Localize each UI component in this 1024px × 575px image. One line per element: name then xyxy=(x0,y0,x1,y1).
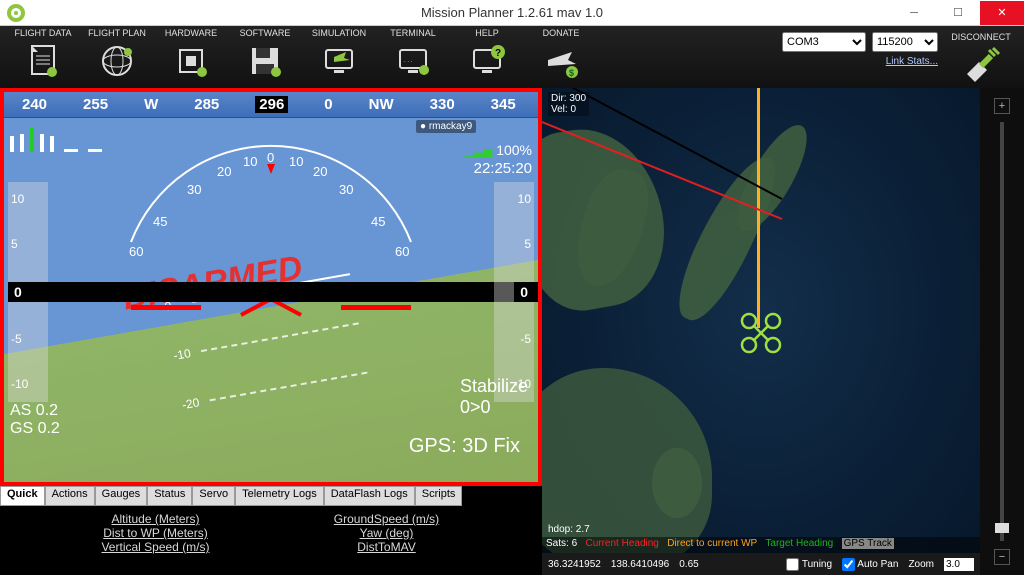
svg-text:30: 30 xyxy=(187,182,201,197)
scale-readout: 0.65 xyxy=(679,559,698,570)
svg-text:10: 10 xyxy=(243,154,257,169)
zoom-slider-panel: + − xyxy=(980,88,1024,575)
lat-readout: 36.3241952 xyxy=(548,559,601,570)
flight-mode: Stabilize 0>0 xyxy=(460,376,528,418)
app-logo-icon xyxy=(6,3,26,23)
plane-coin-icon: $ xyxy=(540,40,582,82)
window-title: Mission Planner 1.2.61 mav 1.0 xyxy=(421,5,603,20)
toolbar-simulation[interactable]: SIMULATION xyxy=(302,28,376,82)
window-titlebar: Mission Planner 1.2.61 mav 1.0 ─ ☐ ✕ xyxy=(0,0,1024,26)
tab-scripts[interactable]: Scripts xyxy=(415,486,463,506)
toolbar-hardware[interactable]: HARDWARE xyxy=(154,28,228,82)
toolbar-flight-plan[interactable]: FLIGHT PLAN xyxy=(80,28,154,82)
map-dir-vel: Dir: 300 Vel: 0 xyxy=(548,92,589,116)
tab-servo[interactable]: Servo xyxy=(192,486,235,506)
signal-readout: ▁▃▅ 100% xyxy=(465,142,532,158)
map-hdop: hdop: 2.7 xyxy=(548,524,590,535)
close-button[interactable]: ✕ xyxy=(980,1,1024,25)
disk-icon xyxy=(244,40,286,82)
chip-icon xyxy=(170,40,212,82)
svg-text:30: 30 xyxy=(339,182,353,197)
zoom-out-button[interactable]: − xyxy=(994,549,1010,565)
document-icon xyxy=(22,40,64,82)
drone-marker-icon xyxy=(740,312,782,357)
svg-text:60: 60 xyxy=(395,244,409,259)
tab-quick[interactable]: Quick xyxy=(0,486,45,506)
toolbar-terminal[interactable]: TERMINAL . . . xyxy=(376,28,450,82)
toolbar-help[interactable]: HELP ? xyxy=(450,28,524,82)
tuning-checkbox[interactable]: Tuning xyxy=(786,558,832,571)
plug-icon xyxy=(961,46,1001,82)
data-tabs: Quick Actions Gauges Status Servo Teleme… xyxy=(0,486,542,506)
svg-text:45: 45 xyxy=(371,214,385,229)
minimize-button[interactable]: ─ xyxy=(892,1,936,25)
svg-text:$: $ xyxy=(569,68,574,78)
svg-text:10: 10 xyxy=(289,154,303,169)
svg-text:60: 60 xyxy=(129,244,143,259)
airspeed-value: 0 xyxy=(8,282,542,302)
roll-scale: 60 45 30 20 10 0 10 20 30 45 60 xyxy=(91,132,451,252)
time-readout: 22:25:20 xyxy=(474,160,532,177)
map-panel[interactable]: Dir: 300 Vel: 0 hdop: 2.7 Sats: 6 Curren… xyxy=(542,88,980,575)
tab-actions[interactable]: Actions xyxy=(45,486,95,506)
compass-tape: 240 255 W 285 296 0 NW 330 345 xyxy=(4,92,538,118)
monitor-plane-icon xyxy=(318,40,360,82)
svg-text:?: ? xyxy=(495,48,501,59)
tab-status[interactable]: Status xyxy=(147,486,192,506)
map-legend: Sats: 6 Current Heading Direct to curren… xyxy=(542,537,980,553)
lon-readout: 138.6410496 xyxy=(611,559,669,570)
toolbar-software[interactable]: SOFTWARE xyxy=(228,28,302,82)
zoom-in-button[interactable]: + xyxy=(994,98,1010,114)
svg-text:0: 0 xyxy=(267,150,274,165)
svg-text:45: 45 xyxy=(153,214,167,229)
com-port-select[interactable]: COM3 xyxy=(782,32,866,52)
tab-gauges[interactable]: Gauges xyxy=(95,486,148,506)
help-icon: ? xyxy=(466,40,508,82)
quick-panel: Altitude (Meters) Dist to WP (Meters) Ve… xyxy=(0,506,542,575)
toolbar-flight-data[interactable]: FLIGHT DATA xyxy=(6,28,80,82)
globe-icon xyxy=(96,40,138,82)
zoom-value-input[interactable]: 3.0 xyxy=(944,558,974,571)
airspeed-label: AS 0.2 xyxy=(10,402,58,420)
airspeed-tape: 10 5 -5 -10 0 xyxy=(8,182,48,402)
maximize-button[interactable]: ☐ xyxy=(936,1,980,25)
main-toolbar: FLIGHT DATA FLIGHT PLAN HARDWARE SOFTWAR… xyxy=(0,26,1024,88)
altitude-tape: 10 5 -5 -10 0 xyxy=(494,182,534,402)
disconnect-button[interactable]: DISCONNECT xyxy=(946,32,1016,82)
svg-text:. . .: . . . xyxy=(404,58,413,64)
baud-rate-select[interactable]: 115200 xyxy=(872,32,938,52)
toolbar-donate[interactable]: DONATE $ xyxy=(524,28,598,82)
map-status-bar: 36.3241952 138.6410496 0.65 Tuning Auto … xyxy=(542,553,980,575)
hud-panel: 240 255 W 285 296 0 NW 330 345 xyxy=(0,88,542,486)
zoom-slider[interactable] xyxy=(1000,122,1004,541)
autopan-checkbox[interactable]: Auto Pan xyxy=(842,558,898,571)
gps-status: GPS: 3D Fix xyxy=(409,435,520,458)
link-quality-bars xyxy=(10,126,102,152)
link-stats-link[interactable]: Link Stats... xyxy=(886,56,938,67)
tab-telemetry-logs[interactable]: Telemetry Logs xyxy=(235,486,324,506)
signal-bars-icon: ▁▃▅ xyxy=(465,144,493,158)
altitude-value: 0 xyxy=(514,282,534,302)
tab-dataflash-logs[interactable]: DataFlash Logs xyxy=(324,486,415,506)
svg-text:20: 20 xyxy=(313,164,327,179)
terminal-icon: . . . xyxy=(392,40,434,82)
groundspeed-label: GS 0.2 xyxy=(10,420,60,438)
svg-text:20: 20 xyxy=(217,164,231,179)
